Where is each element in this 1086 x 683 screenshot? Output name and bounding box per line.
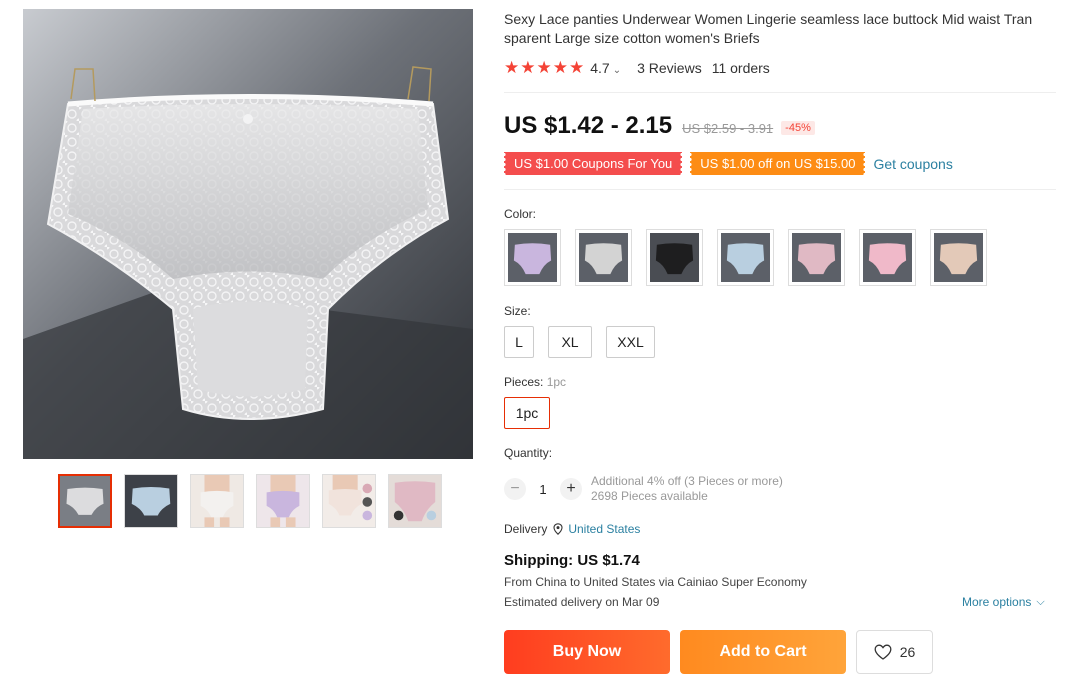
rating-row: ★ ★ ★ ★ ★ 4.7 ⌄ 3 Reviews 11 orders [504, 58, 770, 77]
size-option-l[interactable]: L [504, 326, 534, 358]
coupon-text: US $1.00 off on US $15.00 [700, 156, 856, 171]
star-icon: ★ [520, 58, 536, 77]
pieces-label-text: Pieces: [504, 375, 544, 389]
coupon-notch [863, 152, 868, 175]
shipping-route: From China to United States via Cainiao … [504, 575, 807, 589]
product-title: Sexy Lace panties Underwear Women Linger… [504, 10, 1056, 48]
coupon-notch [680, 152, 685, 175]
thumbnail-image [323, 475, 375, 527]
quantity-decrease-button[interactable]: − [504, 478, 526, 500]
price: US $1.42 - 2.15 [504, 112, 673, 139]
coupon-notch [502, 152, 506, 175]
rating-stars: ★ ★ ★ ★ ★ [504, 58, 584, 77]
chevron-down-icon: ⌄ [612, 64, 622, 76]
discount-badge: -45% [781, 121, 815, 135]
thumbnail-image [125, 475, 177, 527]
swatch-image [721, 233, 770, 282]
delivery-row: Delivery United States [504, 522, 640, 536]
size-option-xl[interactable]: XL [548, 326, 592, 358]
buy-now-button[interactable]: Buy Now [504, 630, 670, 674]
get-coupons-link[interactable]: Get coupons [873, 156, 952, 172]
color-swatch-black[interactable] [646, 229, 703, 286]
star-icon: ★ [536, 58, 552, 77]
thumbnail-5[interactable] [322, 474, 376, 528]
more-options-text: More options [962, 595, 1032, 609]
swatch-image [934, 233, 983, 282]
coupon-text: US $1.00 Coupons For You [514, 156, 673, 171]
size-label: Size: [504, 304, 531, 318]
quantity-info: Additional 4% off (3 Pieces or more) 269… [591, 474, 783, 504]
pieces-label: Pieces: 1pc [504, 375, 566, 389]
wishlist-button[interactable]: 26 [856, 630, 933, 674]
thumbnail-image [389, 475, 441, 527]
coupon-badge-store[interactable]: US $1.00 Coupons For You [502, 152, 685, 175]
chevron-down-icon: ⌵ [1036, 595, 1045, 608]
color-swatches [504, 229, 987, 286]
star-icon: ★ [569, 58, 585, 77]
product-photo [23, 9, 473, 459]
main-product-image[interactable] [23, 9, 473, 459]
heart-icon [874, 644, 892, 660]
delivery-label: Delivery [504, 522, 548, 536]
product-title-line-2: sparent Large size cotton women's Briefs [504, 30, 760, 46]
thumbnail-6[interactable] [388, 474, 442, 528]
rating-number: 4.7 [590, 59, 610, 76]
rating-value[interactable]: 4.7 ⌄ [590, 60, 621, 76]
color-swatch-grey[interactable] [575, 229, 632, 286]
swatch-image [579, 233, 628, 282]
more-options-link[interactable]: More options ⌵ [962, 595, 1045, 609]
color-swatch-purple[interactable] [504, 229, 561, 286]
add-to-cart-button[interactable]: Add to Cart [680, 630, 846, 674]
color-swatch-beige[interactable] [930, 229, 987, 286]
swatch-image [508, 233, 557, 282]
delivery-country-link[interactable]: United States [568, 522, 640, 536]
thumbnail-3[interactable] [190, 474, 244, 528]
price-row: US $1.42 - 2.15 US $2.59 - 3.91 -45% [504, 112, 815, 140]
coupons-row: US $1.00 Coupons For You US $1.00 off on… [502, 152, 953, 175]
thumbnail-2[interactable] [124, 474, 178, 528]
quantity-label: Quantity: [504, 446, 553, 460]
shipping-title: Shipping: US $1.74 [504, 552, 640, 569]
orders-count: 11 orders [711, 59, 770, 76]
color-swatch-pink-mauve[interactable] [788, 229, 845, 286]
bulk-discount-text: Additional 4% off (3 Pieces or more) [591, 474, 783, 488]
color-label: Color: [504, 207, 537, 221]
stock-available-text: 2698 Pieces available [591, 489, 708, 503]
quantity-stepper: − 1 + Additional 4% off (3 Pieces or mor… [504, 474, 783, 504]
thumbnail-strip [58, 474, 442, 528]
coupon-badge-select[interactable]: US $1.00 off on US $15.00 [688, 152, 868, 175]
original-price: US $2.59 - 3.91 [682, 121, 774, 136]
pieces-options: 1pc [504, 397, 550, 429]
thumbnail-1[interactable] [58, 474, 112, 528]
color-swatch-pink[interactable] [859, 229, 916, 286]
wishlist-count: 26 [899, 644, 916, 660]
quantity-increase-button[interactable]: + [560, 478, 582, 500]
reviews-link[interactable]: 3 Reviews [637, 60, 702, 76]
divider [504, 92, 1056, 93]
thumbnail-image [257, 475, 309, 527]
swatch-image [792, 233, 841, 282]
shipping-eta: Estimated delivery on Mar 09 [504, 595, 660, 609]
location-pin-icon [553, 523, 563, 535]
color-swatch-blue[interactable] [717, 229, 774, 286]
quantity-input[interactable]: 1 [526, 482, 560, 497]
star-icon: ★ [504, 58, 520, 77]
action-buttons: Buy Now Add to Cart 26 [504, 630, 933, 674]
divider [504, 189, 1056, 190]
thumbnail-image [60, 476, 110, 526]
coupon-notch [688, 152, 693, 175]
size-option-xxl[interactable]: XXL [606, 326, 655, 358]
product-title-line-1: Sexy Lace panties Underwear Women Linger… [504, 11, 1033, 27]
pieces-option-1pc[interactable]: 1pc [504, 397, 550, 429]
size-options: L XL XXL [504, 326, 655, 358]
swatch-image [650, 233, 699, 282]
pieces-selected-value: 1pc [546, 375, 567, 389]
thumbnail-4[interactable] [256, 474, 310, 528]
star-icon: ★ [552, 58, 568, 77]
thumbnail-image [191, 475, 243, 527]
swatch-image [863, 233, 912, 282]
